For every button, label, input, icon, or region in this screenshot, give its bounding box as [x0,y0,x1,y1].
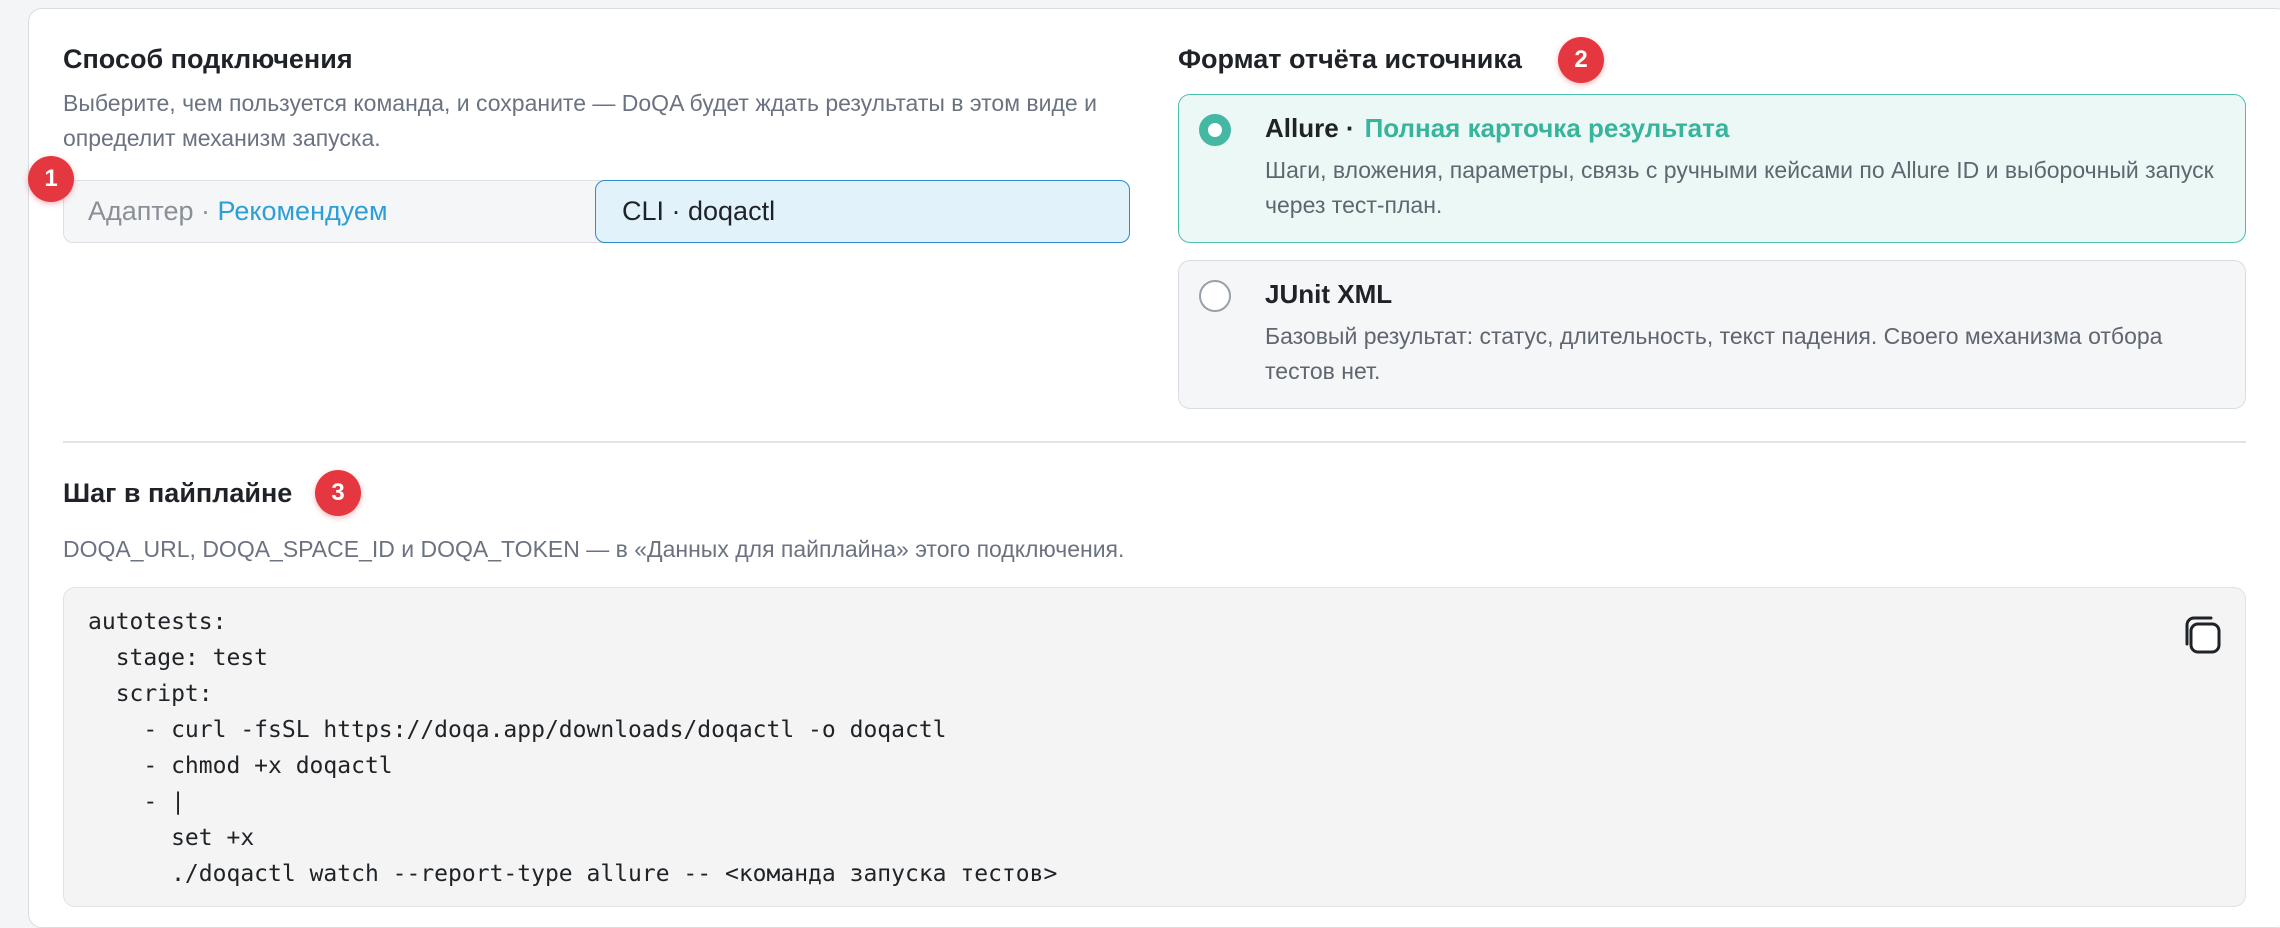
step-badge-1: 1 [28,156,74,202]
report-option-junit[interactable]: JUnit XML Базовый результат: статус, дли… [1178,260,2246,409]
section-divider [63,441,2246,443]
radio-unselected-icon[interactable] [1199,280,1231,312]
radio-selected-icon[interactable] [1199,114,1231,146]
connection-description: Выберите, чем пользуется команда, и сохр… [63,90,1097,151]
junit-label: JUnit XML [1265,279,1393,309]
pipeline-description: DOQA_URL, DOQA_SPACE_ID и DOQA_TOKEN — в… [63,536,1125,562]
adapter-label: Адаптер · [88,196,210,226]
connection-title: Способ подключения [63,44,353,74]
allure-tag: Полная карточка результата [1364,113,1730,143]
pipeline-code: autotests: stage: test script: - curl -f… [88,609,1058,887]
adapter-recommended-tag: Рекомендуем [217,196,388,226]
allure-label: Allure · [1265,113,1355,143]
junit-description: Базовый результат: статус, длительность,… [1265,323,2163,384]
pipeline-title: Шаг в пайплайне [63,478,293,508]
allure-option-title: Allure · Полная карточка результата [1265,113,1729,144]
pipeline-code-block[interactable]: autotests: stage: test script: - curl -f… [63,587,2246,907]
copy-icon[interactable] [2180,613,2224,657]
step-badge-3: 3 [315,470,361,516]
report-format-title: Формат отчёта источника [1178,44,1522,74]
step-badge-2: 2 [1558,37,1604,83]
adapter-option[interactable]: Адаптер · Рекомендуем [88,181,388,241]
allure-description: Шаги, вложения, параметры, связь с ручны… [1265,157,2214,218]
junit-option-title: JUnit XML [1265,279,1392,310]
report-option-allure[interactable]: Allure · Полная карточка результата Шаги,… [1178,94,2246,243]
cli-option[interactable]: CLI · doqactl [595,180,1130,243]
